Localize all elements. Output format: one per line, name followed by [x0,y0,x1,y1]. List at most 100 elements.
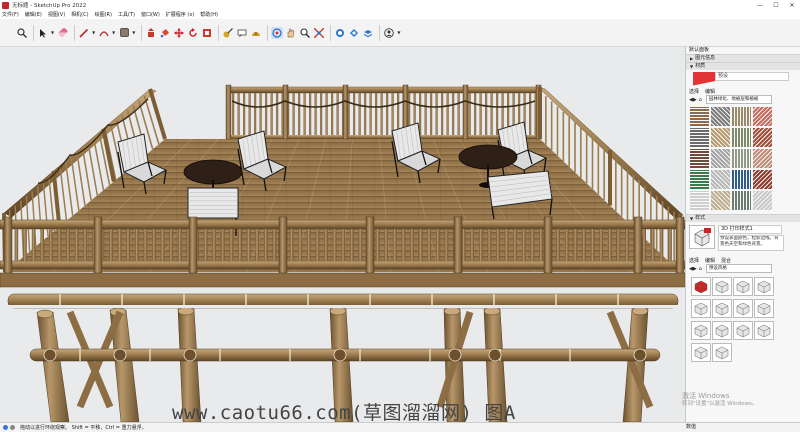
window-title: 无标题 - SketchUp Pro 2022 [12,3,87,9]
style-thumbnail-option[interactable] [754,277,774,296]
materials-library-select[interactable]: 园林绿化、地被层和植被 [705,95,772,104]
search-icon[interactable] [16,27,28,39]
chevron-down-icon[interactable]: ▼ [92,30,95,35]
material-swatch[interactable] [732,191,751,210]
materials-header[interactable]: ▼ 材质 [686,62,800,70]
material-swatch[interactable] [690,170,709,189]
protractor-icon[interactable]: A [250,27,262,39]
material-name-field[interactable]: 预设 [715,72,789,81]
select-arrow-icon[interactable] [37,27,49,39]
back-baluster [364,93,367,135]
windows-activation-notice: 激活 Windows 转到"设置"以激活 Windows。 [682,392,757,408]
menu-camera[interactable]: 相机(C) [71,11,88,18]
minimize-button[interactable]: — [752,0,768,10]
front-baluster [556,229,560,261]
menu-draw[interactable]: 绘图(R) [95,11,112,18]
menu-window[interactable]: 窗口(W) [141,11,160,18]
back-baluster [529,93,532,135]
menu-help[interactable]: 帮助(H) [200,11,218,18]
material-swatch[interactable] [711,191,730,210]
material-swatch[interactable] [753,107,772,126]
material-swatch[interactable] [690,128,709,147]
tape-measure-icon[interactable] [222,27,234,39]
menu-tools[interactable]: 工具(T) [118,11,135,18]
chevron-down-icon[interactable]: ▼ [397,30,400,35]
text-icon[interactable] [236,27,248,39]
chevron-down-icon[interactable]: ▼ [51,30,54,35]
menu-extensions[interactable]: 扩展程序 (x) [166,11,194,18]
geo-location-icon[interactable] [3,425,8,430]
pencil-icon[interactable] [78,27,90,39]
rotate-icon[interactable] [187,27,199,39]
layers-icon[interactable] [362,27,374,39]
material-swatch[interactable] [732,128,751,147]
entity-info-header[interactable]: ▶ 图元信息 [686,54,800,62]
tab-styles-edit[interactable]: 编辑 [705,257,715,264]
menu-file[interactable]: 文件(F) [2,11,19,18]
user-icon[interactable] [383,27,395,39]
model-viewport[interactable] [0,47,685,422]
styles-library-select[interactable]: 预设风格 [705,264,772,273]
tab-select[interactable]: 选择 [689,88,699,95]
material-swatch[interactable] [753,149,772,168]
material-swatch[interactable] [690,149,709,168]
material-swatch[interactable] [711,107,730,126]
material-swatch[interactable] [690,191,709,210]
chevron-down-icon[interactable]: ▼ [112,30,115,35]
style-thumbnail-option[interactable] [754,299,774,318]
front-baluster [332,229,337,261]
front-baluster [324,229,328,261]
material-swatch[interactable] [753,191,772,210]
material-swatch[interactable] [711,149,730,168]
style-thumbnail-option[interactable] [691,277,711,296]
extension-icon[interactable] [348,27,360,39]
style-thumbnail-option[interactable] [733,277,753,296]
zoom-icon[interactable] [299,27,311,39]
style-thumbnail-option[interactable] [691,299,711,318]
style-thumbnail-option[interactable] [691,343,711,362]
material-swatch[interactable] [690,107,709,126]
paint-bucket-icon[interactable] [159,27,171,39]
style-thumbnail-option[interactable] [691,321,711,340]
orbit-icon[interactable] [271,26,284,39]
style-thumbnail-option[interactable] [712,343,732,362]
arc-icon[interactable] [98,27,110,39]
style-thumbnail-option[interactable] [712,299,732,318]
move-icon[interactable] [173,27,185,39]
tab-edit[interactable]: 编辑 [705,88,715,95]
warehouse-icon[interactable] [334,27,346,39]
pushpull-icon[interactable] [145,27,157,39]
style-thumbnail-option[interactable] [712,321,732,340]
material-swatch[interactable] [711,170,730,189]
info-icon[interactable] [10,425,15,430]
material-swatch[interactable] [753,170,772,189]
material-swatch[interactable] [753,128,772,147]
chevron-down-icon[interactable]: ▼ [132,30,135,35]
style-description[interactable]: 预设表面颜色，粒影边线。背景色天空和绿色背景。 [718,235,784,251]
back-icon[interactable]: ◀▶ [689,97,697,103]
material-swatch[interactable] [732,170,751,189]
tab-styles-select[interactable]: 选择 [689,257,699,264]
menu-edit[interactable]: 编辑(E) [25,11,42,18]
styles-header[interactable]: ▼ 样式 [686,214,800,222]
style-name-field[interactable]: 3D 打印样式1 [718,225,782,234]
material-swatch[interactable] [732,107,751,126]
back-icon[interactable]: ◀▶ [689,266,697,272]
tab-styles-mix[interactable]: 混合 [721,257,731,264]
style-thumbnail-option[interactable] [733,299,753,318]
style-thumbnail-option[interactable] [733,321,753,340]
style-thumbnail-option[interactable] [712,277,732,296]
menu-view[interactable]: 视图(V) [48,11,65,18]
home-icon[interactable]: ⌂ [699,266,702,272]
home-icon[interactable]: ⌂ [699,97,702,103]
maximize-button[interactable]: ☐ [768,0,784,10]
close-button[interactable]: ✕ [784,0,800,10]
material-swatch[interactable] [732,149,751,168]
rectangle-icon[interactable] [118,27,130,39]
material-swatch[interactable] [711,128,730,147]
eraser-icon[interactable] [57,27,69,39]
zoom-extents-icon[interactable] [313,27,325,39]
style-thumbnail-option[interactable] [754,321,774,340]
pan-icon[interactable] [285,27,297,39]
scale-icon[interactable] [201,27,213,39]
